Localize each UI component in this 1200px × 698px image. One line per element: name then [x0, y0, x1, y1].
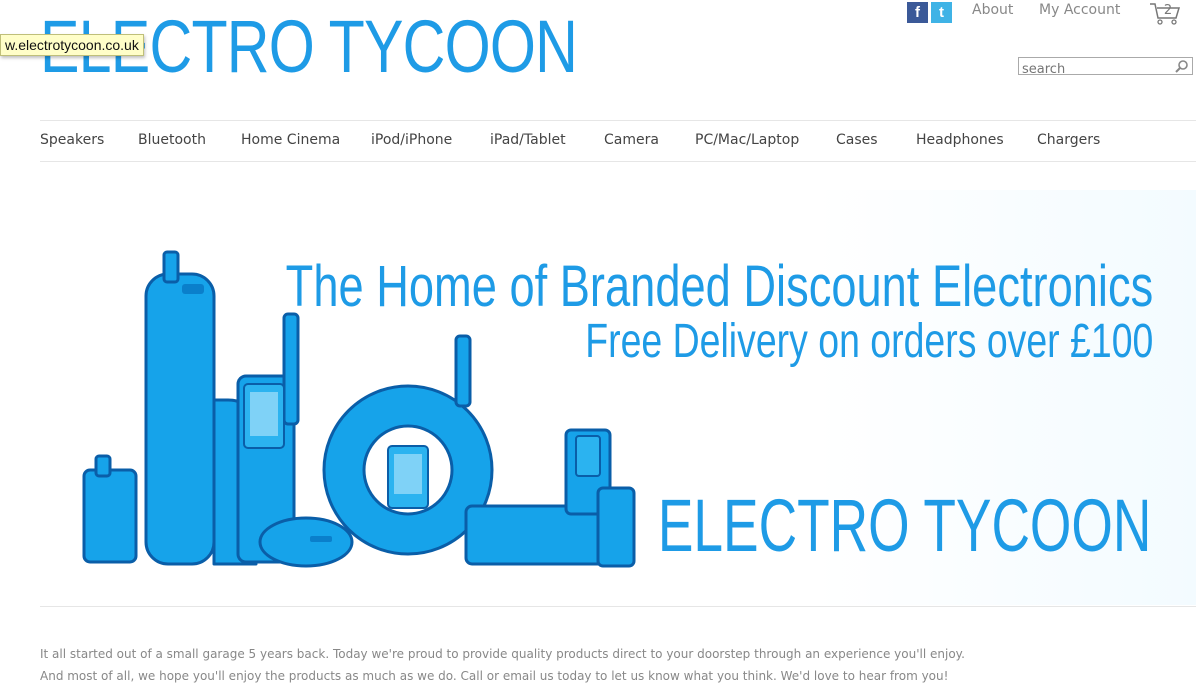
nav-item-ipad-tablet[interactable]: iPad/Tablet: [490, 132, 566, 148]
url-tooltip: w.electrotycoon.co.uk: [0, 34, 144, 56]
search-box: [1018, 57, 1193, 78]
cart-count: 2: [1164, 3, 1172, 18]
nav-item-camera[interactable]: Camera: [604, 132, 659, 148]
cart-button[interactable]: 2: [1148, 0, 1182, 26]
facebook-icon[interactable]: f: [907, 2, 928, 23]
section-divider: [40, 606, 1196, 607]
about-text: It all started out of a small garage 5 y…: [40, 643, 965, 687]
my-account-link[interactable]: My Account: [1039, 2, 1120, 18]
search-icon[interactable]: [1174, 59, 1189, 74]
nav-item-pc-mac-laptop[interactable]: PC/Mac/Laptop: [695, 132, 799, 148]
hero-banner[interactable]: The Home of Branded Discount Electronics…: [40, 190, 1196, 605]
about-line-1: It all started out of a small garage 5 y…: [40, 647, 965, 661]
banner-subline: Free Delivery on orders over £100: [584, 315, 1153, 368]
banner-headline: The Home of Branded Discount Electronics: [285, 254, 1153, 319]
banner-brand-text: ELECTRO TYCOON: [657, 484, 1151, 567]
about-line-2: And most of all, we hope you'll enjoy th…: [40, 669, 949, 683]
nav-item-chargers[interactable]: Chargers: [1037, 132, 1100, 148]
nav-item-cases[interactable]: Cases: [836, 132, 878, 148]
twitter-icon[interactable]: t: [931, 2, 952, 23]
social-links: f t: [907, 2, 952, 23]
about-link[interactable]: About: [972, 2, 1013, 18]
search-input[interactable]: [1019, 61, 1175, 78]
nav-item-speakers[interactable]: Speakers: [40, 132, 104, 148]
cart-icon: 2: [1150, 3, 1181, 25]
nav-item-headphones[interactable]: Headphones: [916, 132, 1004, 148]
nav-item-ipod-iphone[interactable]: iPod/iPhone: [371, 132, 452, 148]
category-nav: Speakers Bluetooth Home Cinema iPod/iPho…: [40, 120, 1196, 162]
nav-item-bluetooth[interactable]: Bluetooth: [138, 132, 206, 148]
nav-item-home-cinema[interactable]: Home Cinema: [241, 132, 340, 148]
